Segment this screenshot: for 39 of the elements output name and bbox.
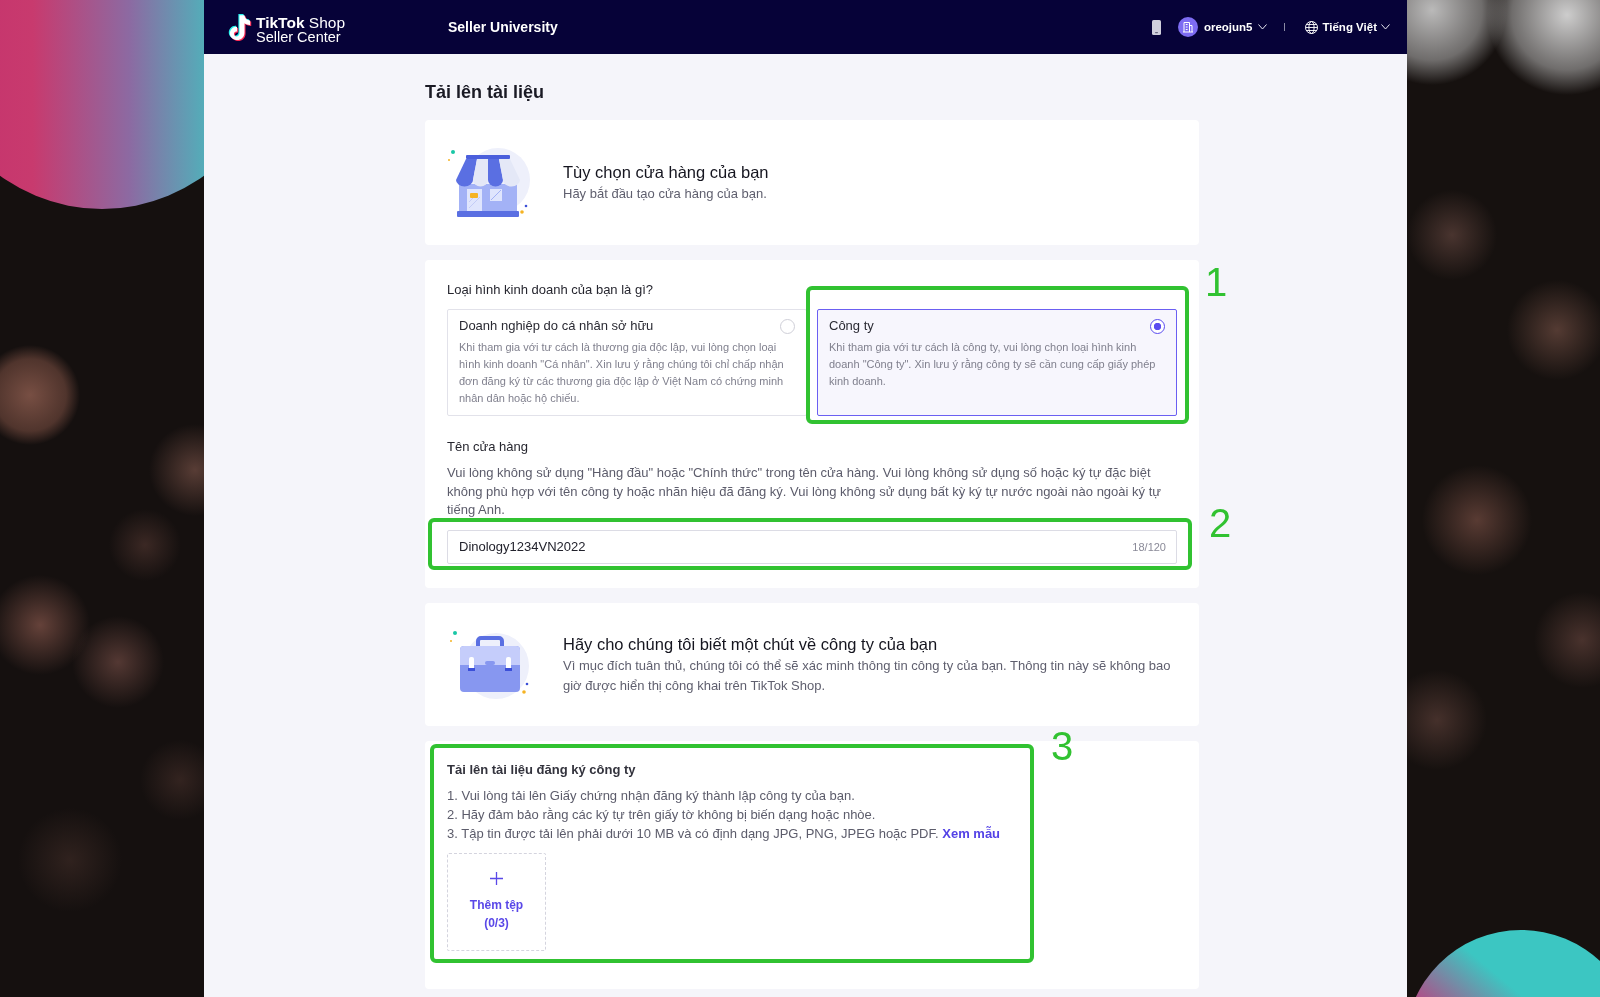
account-menu-button[interactable]: oreojun5 <box>1177 17 1268 37</box>
building-avatar-icon <box>1177 17 1198 37</box>
option-description: Khi tham gia với tư cách là công ty, vui lòng chọn loại hình kinh doanh "Công ty". Xin lưu ý rằng công ty sẽ cần cung cấp giấy phép kinh doanh. <box>829 340 1157 389</box>
option-title: Doanh nghiệp do cá nhân sở hữu <box>459 317 654 335</box>
phone-icon[interactable] <box>1151 19 1161 35</box>
instruction-text: 3. Tập tin được tải lên phải dưới 10 MB và có định dạng JPG, PNG, JPEG hoặc PDF. Xem mẫu <box>447 824 1001 843</box>
section-description: Vì mục đích tuân thủ, chúng tôi có thể sẽ xác minh thông tin công ty của bạn. Thông tin này sẽ không bao giờ được hiển thị công khai trên TikTok Shop. <box>563 656 1172 695</box>
chevron-down-icon <box>1381 24 1390 30</box>
shop-icon <box>446 147 532 218</box>
radio-button[interactable] <box>1150 318 1165 334</box>
language-button[interactable]: Tiếng Việt <box>1305 19 1390 35</box>
instruction-text: 2. Hãy đảm bảo rằng các ký tự trên giấy tờ không bị biến dạng hoặc nhòe. <box>447 805 876 824</box>
option-card[interactable]: Công ty Khi tham gia với tư cách là công ty, vui lòng chọn loại hình kinh doanh "Công ty". Xin lưu ý rằng công ty sẽ cần cung cấp giấy phép kinh doanh. <box>817 309 1177 416</box>
add-file-button[interactable]: Thêm tệp (0/3) <box>447 852 546 951</box>
question-label: Loại hình kinh doanh của bạn là gì? <box>447 281 653 299</box>
option-card[interactable] <box>447 309 807 416</box>
section-title: Hãy cho chúng tôi biết một chút về công ty của bạn <box>563 633 938 655</box>
view-sample-link[interactable]: Xem mẫu <box>942 825 1001 841</box>
plus-icon <box>490 871 503 885</box>
section-description: Hãy bắt đầu tạo cửa hàng của bạn. <box>563 185 767 203</box>
option-description: Khi tham gia với tư cách là thương gia độc lập, vui lòng chọn loại hình kinh doanh "Cá nhân". Xin lưu ý rằng chúng tôi chỉ chấp nhận đơn đăng ký từ các thương gia độc lập ở Việt Nam có chứng minh nhân dân hoặc hộ chiếu. <box>459 340 785 406</box>
instruction-text: 1. Vui lòng tải lên Giấy chứng nhận đăng ký thành lập công ty của bạn. <box>447 786 855 805</box>
upload-section-title: Tải lên tài liệu đăng ký công ty <box>447 760 636 779</box>
field-hint: Vui lòng không sử dụng "Hàng đầu" hoặc "Chính thức" trong tên cửa hàng. Vui lòng không sử dụng số hoặc ký tự đặc biệt không phù hợp với tên công ty hoặc nhãn hiệu đã đăng ký. Vui lòng không sử dụng bất kỳ ký tự nước ngoài nào ngoài ký tự tiếng Anh. <box>447 464 1162 519</box>
nav-link[interactable]: Seller University <box>448 19 558 35</box>
briefcase-icon <box>448 628 530 700</box>
logo-subtitle: Seller Center <box>256 29 341 45</box>
page-title: Tải lên tài liệu <box>425 82 545 102</box>
annotation-number: 3 <box>1051 726 1074 766</box>
annotation-number: 2 <box>1209 503 1232 543</box>
logo-title: TikTok Shop <box>256 14 346 30</box>
globe-icon <box>1305 20 1319 34</box>
field-label: Tên cửa hàng <box>447 438 528 456</box>
note-logo-icon <box>227 12 253 44</box>
chevron-down-icon <box>1258 24 1268 30</box>
section-title: Tùy chọn cửa hàng của bạn <box>563 162 769 183</box>
character-counter: 18/120 <box>1132 540 1166 553</box>
annotation-number: 1 <box>1205 262 1228 302</box>
option-title: Công ty <box>829 317 874 335</box>
